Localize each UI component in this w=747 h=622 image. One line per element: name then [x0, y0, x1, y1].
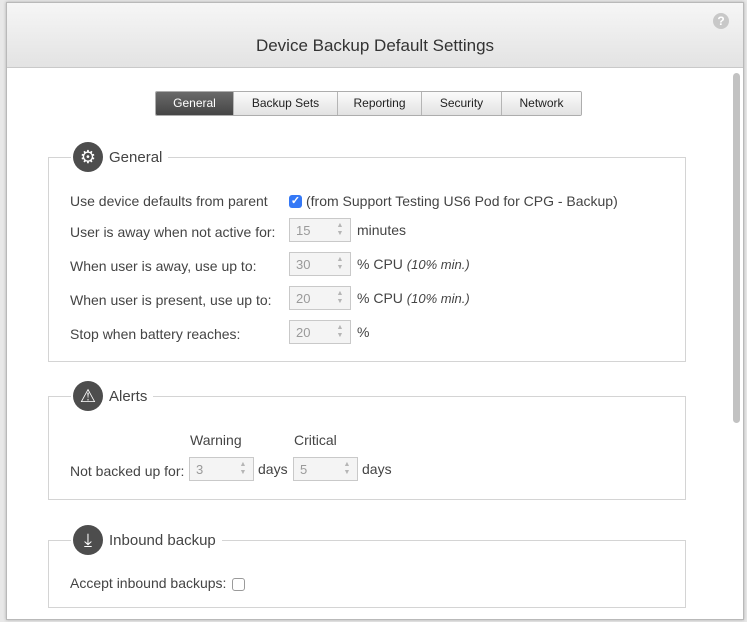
dialog-title: Device Backup Default Settings	[255, 36, 495, 55]
away-cpu-unit-row: % CPU (10% min.)	[357, 256, 470, 272]
alerts-section: ⚠ Alerts Warning Critical Not backed up …	[48, 381, 686, 500]
accept-inbound-checkbox[interactable]	[232, 578, 245, 591]
away-timeout-value: 15	[296, 223, 311, 238]
warning-days-value: 3	[196, 462, 204, 477]
use-defaults-note: (from Support Testing US6 Pod for CPG - …	[306, 193, 618, 209]
stepper-arrows-icon[interactable]: ▲ ▼	[336, 290, 344, 306]
present-cpu-value: 20	[296, 291, 311, 306]
tab-bar: General Backup Sets Reporting Security N…	[155, 91, 582, 116]
battery-unit: %	[357, 324, 370, 340]
battery-value: 20	[296, 325, 311, 340]
gear-icon: ⚙	[73, 142, 103, 172]
cpu-min-note: (10% min.)	[406, 291, 470, 306]
general-section-header: ⚙ General	[71, 142, 169, 172]
critical-column-header: Critical	[294, 432, 337, 448]
warning-column-header: Warning	[190, 432, 242, 448]
cpu-min-note: (10% min.)	[406, 257, 470, 272]
settings-dialog: Device Backup Default Settings ? General…	[6, 2, 744, 620]
critical-days-unit: days	[362, 461, 392, 477]
critical-days-stepper[interactable]: 5 ▲ ▼	[293, 457, 358, 481]
not-backed-label: Not backed up for:	[70, 463, 185, 479]
download-tray-icon: ⤓	[73, 525, 103, 555]
away-timeout-unit: minutes	[357, 222, 407, 238]
use-defaults-checkbox[interactable]: ✓	[289, 195, 302, 208]
vertical-scrollbar[interactable]	[730, 69, 743, 619]
present-cpu-label: When user is present, use up to:	[70, 292, 272, 308]
stepper-arrows-icon[interactable]: ▲ ▼	[239, 461, 247, 477]
warning-icon: ⚠	[73, 381, 103, 411]
present-cpu-unit-row: % CPU (10% min.)	[357, 290, 470, 306]
away-cpu-value: 30	[296, 257, 311, 272]
inbound-section-title: Inbound backup	[109, 531, 216, 549]
question-mark-icon[interactable]: ?	[713, 13, 729, 29]
stepper-arrows-icon[interactable]: ▲ ▼	[336, 256, 344, 272]
critical-days-value: 5	[300, 462, 308, 477]
general-section-title: General	[109, 148, 163, 166]
battery-stepper[interactable]: 20 ▲ ▼	[289, 320, 351, 344]
stepper-arrows-icon[interactable]: ▲ ▼	[336, 222, 344, 238]
warning-days-unit: days	[258, 461, 288, 477]
warning-days-stepper[interactable]: 3 ▲ ▼	[189, 457, 254, 481]
tab-backup-sets[interactable]: Backup Sets	[233, 92, 337, 115]
alerts-section-header: ⚠ Alerts	[71, 381, 154, 411]
inbound-section: ⤓ Inbound backup Accept inbound backups:	[48, 525, 686, 608]
use-defaults-label: Use device defaults from parent	[70, 193, 268, 209]
tab-security[interactable]: Security	[421, 92, 501, 115]
title-bar: Device Backup Default Settings ?	[7, 3, 743, 68]
cpu-unit: % CPU	[357, 290, 403, 306]
battery-label: Stop when battery reaches:	[70, 326, 241, 342]
tab-network[interactable]: Network	[501, 92, 581, 115]
away-timeout-label: User is away when not active for:	[70, 224, 276, 240]
accept-inbound-label: Accept inbound backups:	[70, 575, 227, 591]
stepper-arrows-icon[interactable]: ▲ ▼	[343, 461, 351, 477]
alerts-section-title: Alerts	[109, 387, 148, 405]
present-cpu-stepper[interactable]: 20 ▲ ▼	[289, 286, 351, 310]
general-section: ⚙ General Use device defaults from paren…	[48, 142, 686, 362]
cpu-unit: % CPU	[357, 256, 403, 272]
away-cpu-label: When user is away, use up to:	[70, 258, 257, 274]
away-cpu-stepper[interactable]: 30 ▲ ▼	[289, 252, 351, 276]
inbound-section-header: ⤓ Inbound backup	[71, 525, 222, 555]
away-timeout-stepper[interactable]: 15 ▲ ▼	[289, 218, 351, 242]
tab-reporting[interactable]: Reporting	[337, 92, 421, 115]
stepper-arrows-icon[interactable]: ▲ ▼	[336, 324, 344, 340]
scrollbar-thumb[interactable]	[733, 73, 740, 423]
tab-general[interactable]: General	[156, 92, 233, 115]
